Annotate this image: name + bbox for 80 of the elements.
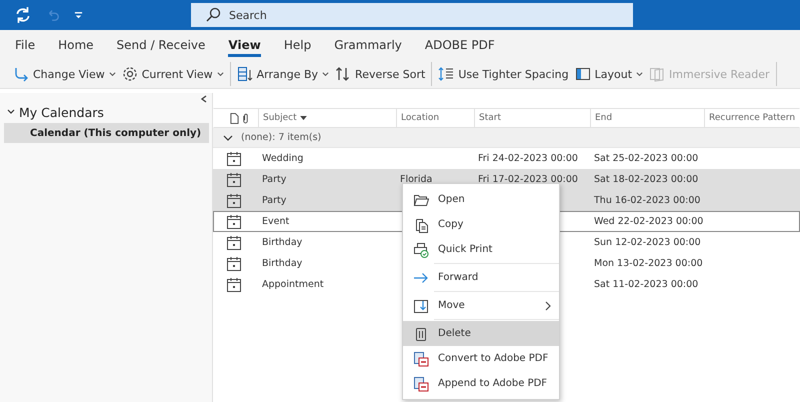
table-cell: Party xyxy=(262,195,286,206)
column-header[interactable]: Subject xyxy=(258,109,396,127)
folder-group-title[interactable]: My Calendars xyxy=(19,104,104,120)
table-cell: Appointment xyxy=(262,279,324,290)
context-menu-item[interactable]: Copy xyxy=(403,212,559,237)
toolbar-button[interactable]: Change View xyxy=(10,61,119,87)
submenu-chevron-icon xyxy=(545,300,551,310)
table-cell: Wedding xyxy=(262,153,304,164)
context-menu-item[interactable]: Open xyxy=(403,187,559,212)
calendar-icon xyxy=(226,172,242,188)
caret-icon xyxy=(108,70,116,78)
calendar-icon xyxy=(226,150,242,166)
column-header[interactable]: Location xyxy=(396,109,474,127)
table-cell: Sat 11-02-2023 00:00 xyxy=(594,279,698,290)
context-menu-item[interactable]: Delete xyxy=(403,321,559,346)
line-spacing-icon xyxy=(438,66,454,82)
document-icon xyxy=(230,112,239,124)
table-cell: Thu 16-02-2023 00:00 xyxy=(594,195,700,206)
table-cell: Event xyxy=(262,216,290,227)
pdf-document-icon xyxy=(413,350,429,366)
immersive-reader-icon xyxy=(649,66,666,82)
printer-icon xyxy=(413,242,429,258)
expand-chevron-icon xyxy=(223,132,233,142)
calendar-icon xyxy=(226,256,242,272)
table-cell: Fri 17-02-2023 00:00 xyxy=(478,174,578,185)
table-cell: Party xyxy=(262,174,286,185)
calendar-icon xyxy=(226,234,242,250)
context-menu-item[interactable]: Append to Adobe PDF xyxy=(403,371,559,396)
ribbon-tab[interactable]: Home xyxy=(51,30,101,60)
sort-caret-icon xyxy=(300,116,307,120)
toolbar-button[interactable]: Arrange By xyxy=(234,61,332,87)
caret-icon xyxy=(636,70,644,78)
paperclip-icon xyxy=(242,112,249,124)
ribbon-tab[interactable]: File xyxy=(8,30,42,60)
copy-icon xyxy=(413,216,429,232)
table-cell: Birthday xyxy=(262,237,302,248)
table-cell: Birthday xyxy=(262,258,302,269)
calendar-icon xyxy=(226,192,242,208)
table-cell: Mon 13-02-2023 00:00 xyxy=(594,258,703,269)
context-menu-item[interactable]: Forward xyxy=(403,265,559,290)
ribbon-tab[interactable]: View xyxy=(221,30,268,60)
table-cell: Wed 22-02-2023 00:00 xyxy=(594,216,704,227)
calendar-icon xyxy=(226,214,242,230)
sync-icon xyxy=(14,6,32,24)
table-cell: Fri 24-02-2023 00:00 xyxy=(478,153,578,164)
table-cell: Sun 12-02-2023 00:00 xyxy=(594,237,701,248)
toolbar-button[interactable]: Current View xyxy=(118,61,227,87)
move-to-folder-icon xyxy=(413,298,429,314)
undo-icon xyxy=(46,8,60,22)
table-cell: Florida xyxy=(400,174,432,185)
column-header[interactable]: Recurrence Pattern xyxy=(704,109,799,127)
context-menu-item[interactable]: Move xyxy=(403,293,559,318)
caret-icon xyxy=(216,70,224,78)
toolbar-button[interactable]: Reverse Sort xyxy=(332,61,428,87)
calendar-icon xyxy=(226,276,242,292)
toolbar-button[interactable]: Use Tighter Spacing xyxy=(435,61,572,87)
customize-caret-icon xyxy=(74,10,83,20)
arrange-icon xyxy=(236,66,253,82)
layout-icon xyxy=(574,66,591,82)
ribbon-tab[interactable]: Help xyxy=(276,30,318,60)
pdf-document-icon xyxy=(413,376,429,392)
group-header[interactable]: (none): 7 item(s) xyxy=(241,132,322,143)
settings-icon xyxy=(122,66,138,82)
caret-icon xyxy=(322,70,330,78)
column-header[interactable]: Start xyxy=(474,109,590,127)
toolbar-button[interactable]: Layout xyxy=(572,61,646,87)
context-menu-item[interactable]: Quick Print xyxy=(403,237,559,262)
trash-icon xyxy=(413,326,429,342)
table-cell: Sat 25-02-2023 00:00 xyxy=(594,153,698,164)
collapse-pane-icon xyxy=(200,95,208,103)
calendar-folder-item[interactable]: Calendar (This computer only) xyxy=(4,123,209,143)
search-icon xyxy=(205,7,221,23)
ribbon-tab[interactable]: ADOBE PDF xyxy=(418,30,502,60)
ribbon-tab[interactable]: Grammarly xyxy=(327,30,409,60)
context-menu-item[interactable]: Convert to Adobe PDF xyxy=(403,346,559,371)
sort-arrows-icon xyxy=(335,66,352,82)
table-cell: Sat 18-02-2023 00:00 xyxy=(594,174,698,185)
ribbon-tab[interactable]: Send / Receive xyxy=(110,30,212,60)
change-view-icon xyxy=(13,66,29,82)
column-header[interactable]: End xyxy=(590,109,704,127)
